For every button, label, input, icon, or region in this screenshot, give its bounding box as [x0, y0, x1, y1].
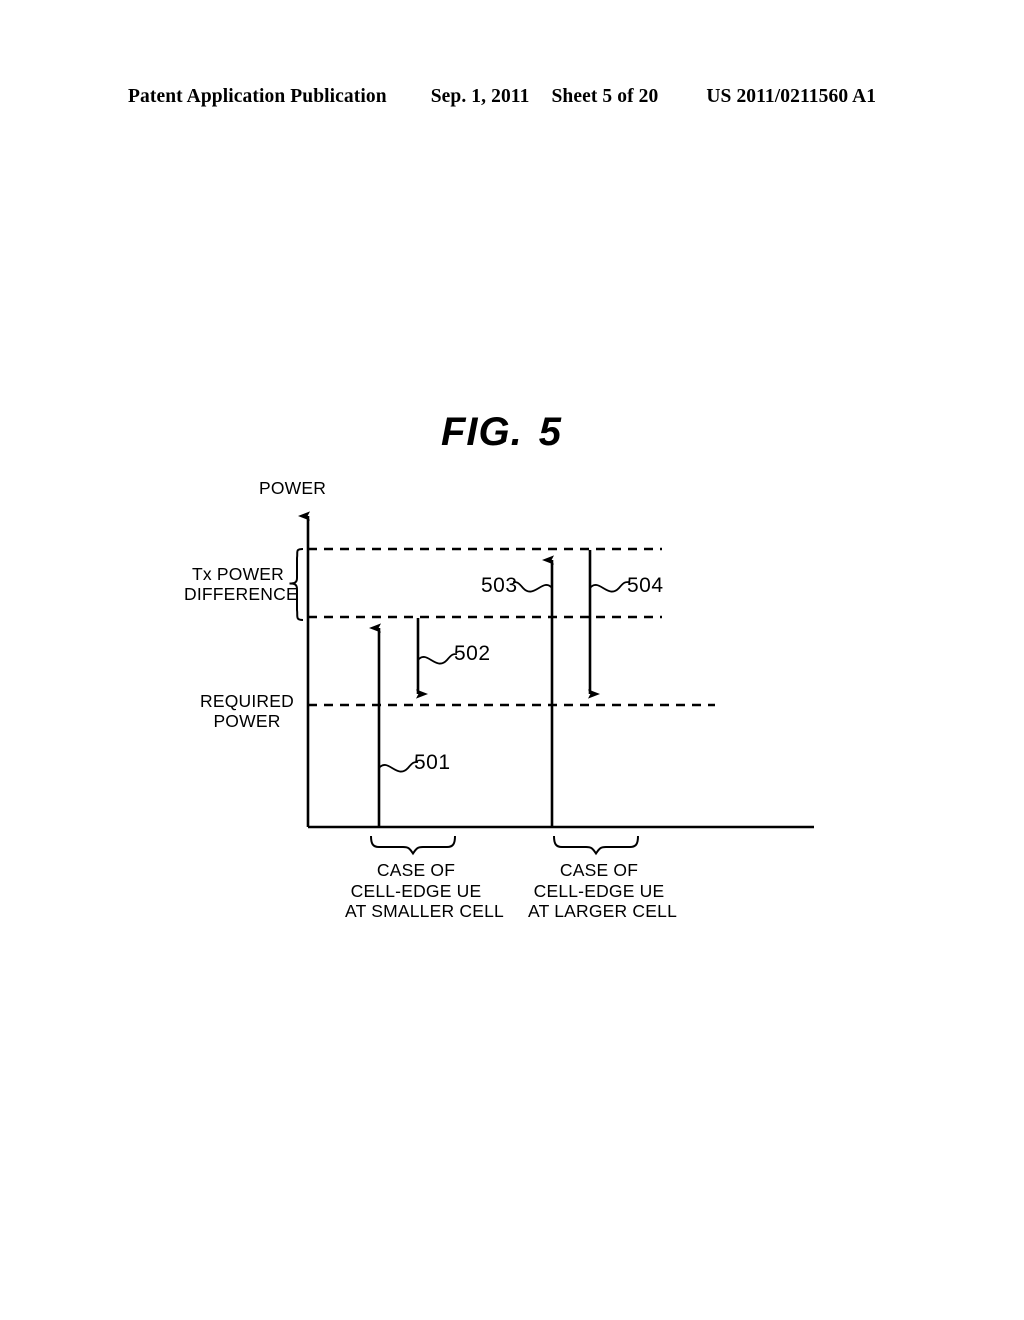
case-label-smaller-cell: CASE OF CELL-EDGE UE AT SMALLER CELL	[345, 860, 504, 921]
case-label-larger-cell: CASE OF CELL-EDGE UE AT LARGER CELL	[528, 860, 678, 921]
reference-numeral-504: 504	[627, 574, 664, 597]
leader-line-502	[417, 653, 458, 665]
reference-numeral-502: 502	[454, 642, 491, 665]
leader-line-501	[378, 761, 419, 773]
y-axis-label: POWER	[259, 478, 327, 498]
reference-numeral-501: 501	[414, 751, 451, 774]
figure-diagram: POWER Tx POWER DIFFERENCE REQUIRED POWER…	[0, 0, 1024, 1320]
required-power-label: REQUIRED POWER	[200, 691, 294, 731]
tx-power-difference-label: Tx POWER DIFFERENCE	[184, 564, 298, 604]
leader-line-504	[589, 581, 630, 593]
case-brace-smaller-cell	[370, 835, 456, 856]
leader-line-503	[512, 581, 553, 593]
reference-numeral-503: 503	[481, 574, 518, 597]
diagram-canvas	[289, 511, 814, 856]
case-brace-larger-cell	[553, 835, 639, 856]
